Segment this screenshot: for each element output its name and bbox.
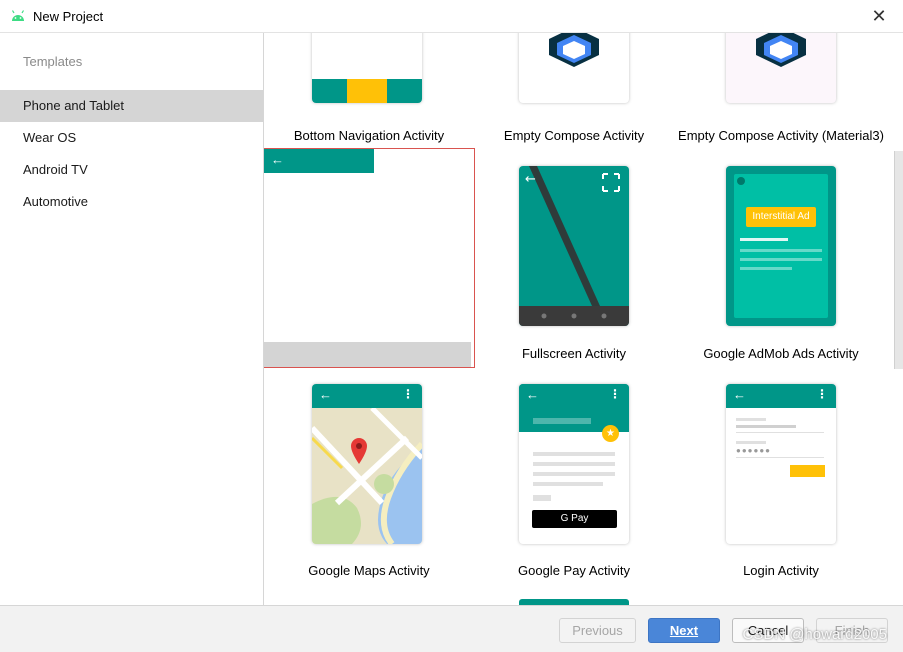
sidebar-item-wear-os[interactable]: Wear OS bbox=[0, 122, 263, 154]
window-title: New Project bbox=[33, 9, 104, 24]
vertical-scrollbar[interactable] bbox=[894, 151, 903, 369]
android-icon bbox=[11, 10, 25, 21]
template-card-admob[interactable]: Interstitial Ad Google AdMob Ads Activit… bbox=[676, 149, 886, 369]
empty-compose-thumbnail bbox=[519, 33, 629, 103]
app-bar: ← ⋮ bbox=[726, 384, 836, 408]
app-bar: ← bbox=[264, 149, 374, 173]
previous-button[interactable]: Previous bbox=[559, 618, 636, 643]
template-card-login[interactable]: ← ⋮ ●●●●●● Login Activity bbox=[676, 367, 886, 587]
title-bar: New Project ✕ bbox=[0, 0, 903, 33]
template-label: Login Activity bbox=[743, 563, 819, 578]
template-label: Empty Compose Activity (Material3) bbox=[678, 128, 884, 143]
template-card-empty-activity[interactable]: ← Empty Activity bbox=[264, 148, 475, 368]
compose-logo-icon bbox=[549, 33, 599, 67]
google-maps-thumbnail: ← ⋮ bbox=[312, 384, 422, 544]
template-gallery: Bottom Navigation Activity Empty Compose… bbox=[264, 33, 903, 605]
sidebar-item-automotive[interactable]: Automotive bbox=[0, 186, 263, 218]
template-label: Google Pay Activity bbox=[518, 563, 630, 578]
admob-thumbnail: Interstitial Ad bbox=[726, 166, 836, 326]
bottom-navigation-thumbnail bbox=[312, 33, 422, 103]
finish-button[interactable]: Finish bbox=[816, 618, 888, 643]
google-pay-button: G Pay bbox=[532, 510, 617, 528]
app-bar: ← ⋮ bbox=[519, 384, 629, 408]
template-label: Bottom Navigation Activity bbox=[293, 128, 445, 143]
svg-text:←: ← bbox=[525, 172, 536, 187]
template-card-empty-compose-material3[interactable]: Empty Compose Activity (Material3) bbox=[676, 33, 886, 148]
overflow-menu-icon: ⋮ bbox=[402, 387, 414, 401]
overflow-menu-icon: ⋮ bbox=[816, 387, 828, 401]
overflow-menu-icon: ⋮ bbox=[609, 387, 621, 401]
template-card-google-pay[interactable]: ← ⋮ ★ G Pay Google Pay Activity bbox=[469, 367, 679, 587]
cancel-button[interactable]: Cancel bbox=[732, 618, 804, 643]
template-card-bottom-navigation[interactable]: Bottom Navigation Activity bbox=[264, 33, 474, 148]
template-card-fullscreen[interactable]: ← Fullscreen Activity bbox=[469, 149, 679, 369]
login-thumbnail: ← ⋮ ●●●●●● bbox=[726, 384, 836, 544]
map-illustration bbox=[312, 408, 422, 544]
star-icon: ★ bbox=[602, 425, 619, 442]
close-icon[interactable]: ✕ bbox=[869, 5, 889, 27]
fullscreen-illustration: ← bbox=[519, 166, 629, 326]
selected-label-bar bbox=[264, 342, 471, 367]
template-category-sidebar: Templates Phone and Tablet Wear OS Andro… bbox=[0, 33, 264, 605]
empty-compose-material3-thumbnail bbox=[726, 33, 836, 103]
google-pay-thumbnail: ← ⋮ ★ G Pay bbox=[519, 384, 629, 544]
next-button[interactable]: Next bbox=[648, 618, 720, 643]
app-bar: ← ⋮ bbox=[312, 384, 422, 408]
sidebar-item-android-tv[interactable]: Android TV bbox=[0, 154, 263, 186]
compose-logo-icon bbox=[756, 33, 806, 67]
sidebar-item-phone-and-tablet[interactable]: Phone and Tablet bbox=[0, 90, 263, 122]
template-label: Fullscreen Activity bbox=[521, 346, 627, 361]
template-card-google-maps[interactable]: ← ⋮ Google Maps Activity bbox=[264, 367, 474, 587]
template-label: Google Maps Activity bbox=[308, 563, 430, 578]
interstitial-ad-badge: Interstitial Ad bbox=[746, 207, 816, 227]
templates-heading: Templates bbox=[23, 54, 83, 69]
fullscreen-thumbnail: ← bbox=[519, 166, 629, 326]
dialog-footer: Previous Next Cancel Finish CSDN @howard… bbox=[0, 605, 903, 652]
back-arrow-icon: ← bbox=[526, 387, 539, 402]
back-arrow-icon: ← bbox=[271, 152, 284, 167]
back-arrow-icon: ← bbox=[733, 387, 746, 402]
template-card-empty-compose[interactable]: Empty Compose Activity bbox=[469, 33, 679, 148]
back-arrow-icon: ← bbox=[319, 387, 332, 402]
template-label: Empty Compose Activity bbox=[503, 128, 645, 143]
template-label: Google AdMob Ads Activity bbox=[703, 346, 859, 361]
